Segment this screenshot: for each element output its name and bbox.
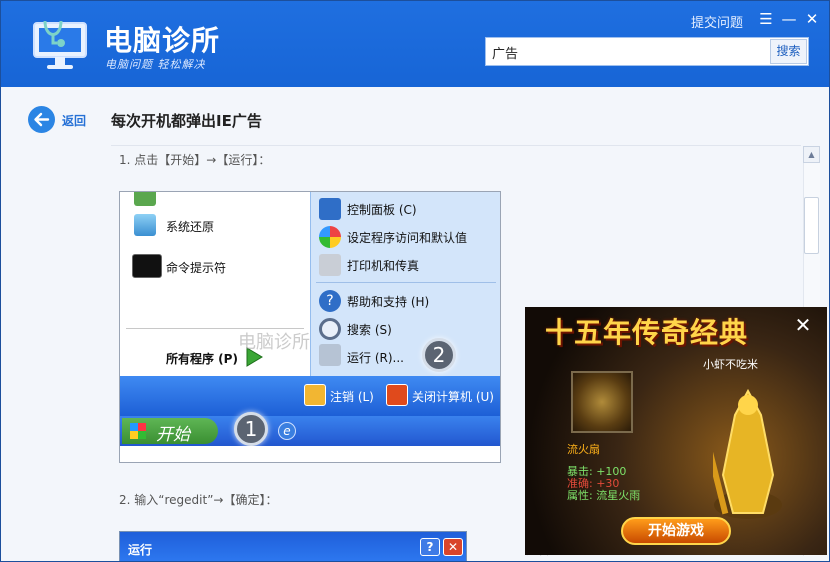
menu-item-printers: 打印机和传真	[347, 259, 420, 273]
menu-item-default-programs: 设定程序访问和默认值	[347, 231, 468, 245]
step-badge-1: 1	[234, 412, 268, 446]
default-programs-icon	[319, 226, 341, 248]
ad-popup[interactable]: 十五年传奇经典 ✕ 小虾不吃米 流火扇 暴击: +100 准确: +30 属性:…	[525, 307, 827, 555]
ad-stat-label: 属性:	[567, 489, 593, 502]
ad-stat-value: 流星火雨	[596, 489, 641, 502]
cmd-icon	[132, 254, 162, 278]
ad-close-icon[interactable]: ✕	[791, 313, 815, 337]
windows-logo-icon	[130, 423, 146, 439]
shutdown-label: 关闭计算机 (U)	[412, 390, 494, 404]
menu-item-help: 帮助和支持 (H)	[347, 295, 430, 309]
step-1-text: 1. 点击【开始】→【运行】：	[119, 153, 271, 167]
ad-warrior-figure	[713, 388, 782, 519]
close-button-icon: ✕	[443, 538, 463, 556]
start-menu-footer: 注销 (L) 关闭计算机 (U)	[120, 376, 500, 416]
ad-item-image	[571, 371, 633, 433]
monitor-stethoscope-icon	[33, 20, 87, 69]
logoff-label: 注销 (L)	[330, 390, 374, 404]
search-button[interactable]: 搜索	[770, 39, 807, 64]
watermark: 电脑诊所	[238, 332, 310, 353]
step-badge-2: 2	[422, 338, 456, 372]
all-programs-label: 所有程序 (P)	[166, 352, 238, 366]
submit-question-link[interactable]: 提交问题	[691, 12, 743, 31]
back-label[interactable]: 返回	[62, 112, 86, 129]
start-menu-screenshot: 系统还原 命令提示符 所有程序 (P) 控制面板 (C) 设定程序访问和默认值 …	[119, 191, 501, 463]
menu-item-system-restore: 系统还原	[166, 220, 215, 234]
power-icon	[386, 384, 408, 406]
run-icon	[319, 344, 341, 366]
ad-item-name: 流火扇	[567, 443, 600, 456]
search-input[interactable]	[492, 42, 762, 62]
back-button[interactable]	[28, 106, 55, 133]
control-panel-icon	[319, 198, 341, 220]
run-dialog-title: 运行	[128, 543, 153, 557]
article-title: 每次开机都弹出IE广告	[111, 112, 262, 130]
title-divider	[111, 145, 801, 146]
key-icon	[304, 384, 326, 406]
ad-start-game-button[interactable]: 开始游戏	[621, 517, 731, 545]
close-button[interactable]: ✕	[803, 10, 821, 28]
ad-stat-row: 属性: 流星火雨	[567, 487, 640, 503]
help-icon: ?	[319, 290, 341, 312]
app-slogan: 电脑问题 轻松解决	[105, 58, 206, 71]
run-dialog-screenshot: 运行 ? ✕	[119, 531, 467, 561]
arrow-left-icon	[34, 112, 50, 127]
app-header: 电脑诊所 电脑问题 轻松解决 提交问题 ☰ — ✕ 搜索	[1, 1, 829, 87]
ad-player-name: 小虾不吃米	[703, 358, 758, 371]
start-label: 开始	[156, 425, 190, 445]
ie-icon: e	[278, 422, 296, 440]
app-window: 电脑诊所 电脑问题 轻松解决 提交问题 ☰ — ✕ 搜索 返回 每次开机都弹出I…	[0, 0, 830, 562]
scrollbar-thumb[interactable]	[804, 197, 819, 254]
minimize-button[interactable]: —	[780, 10, 798, 28]
help-button-icon: ?	[420, 538, 440, 556]
menu-icon[interactable]: ☰	[757, 10, 775, 28]
printer-icon	[319, 254, 341, 276]
app-title: 电脑诊所	[104, 24, 221, 57]
step-2-text: 2. 输入“regedit”→【确定】：	[119, 493, 278, 507]
system-restore-icon	[134, 214, 156, 236]
menu-separator-right	[316, 282, 496, 283]
menu-item-cmd: 命令提示符	[166, 261, 227, 275]
search-magnifier-icon	[319, 318, 341, 340]
ad-title: 十五年传奇经典	[545, 316, 749, 349]
program-icon	[134, 192, 156, 206]
menu-item-control-panel: 控制面板 (C)	[347, 203, 417, 217]
menu-item-run: 运行 (R)...	[347, 351, 404, 365]
start-menu-right-pane: 控制面板 (C) 设定程序访问和默认值 打印机和传真 ? 帮助和支持 (H) 搜…	[310, 192, 500, 376]
scroll-up-arrow-icon[interactable]: ▲	[803, 146, 820, 163]
search-box: 搜索	[485, 37, 809, 66]
menu-item-search: 搜索 (S)	[347, 323, 392, 337]
start-button: 开始	[122, 418, 218, 445]
